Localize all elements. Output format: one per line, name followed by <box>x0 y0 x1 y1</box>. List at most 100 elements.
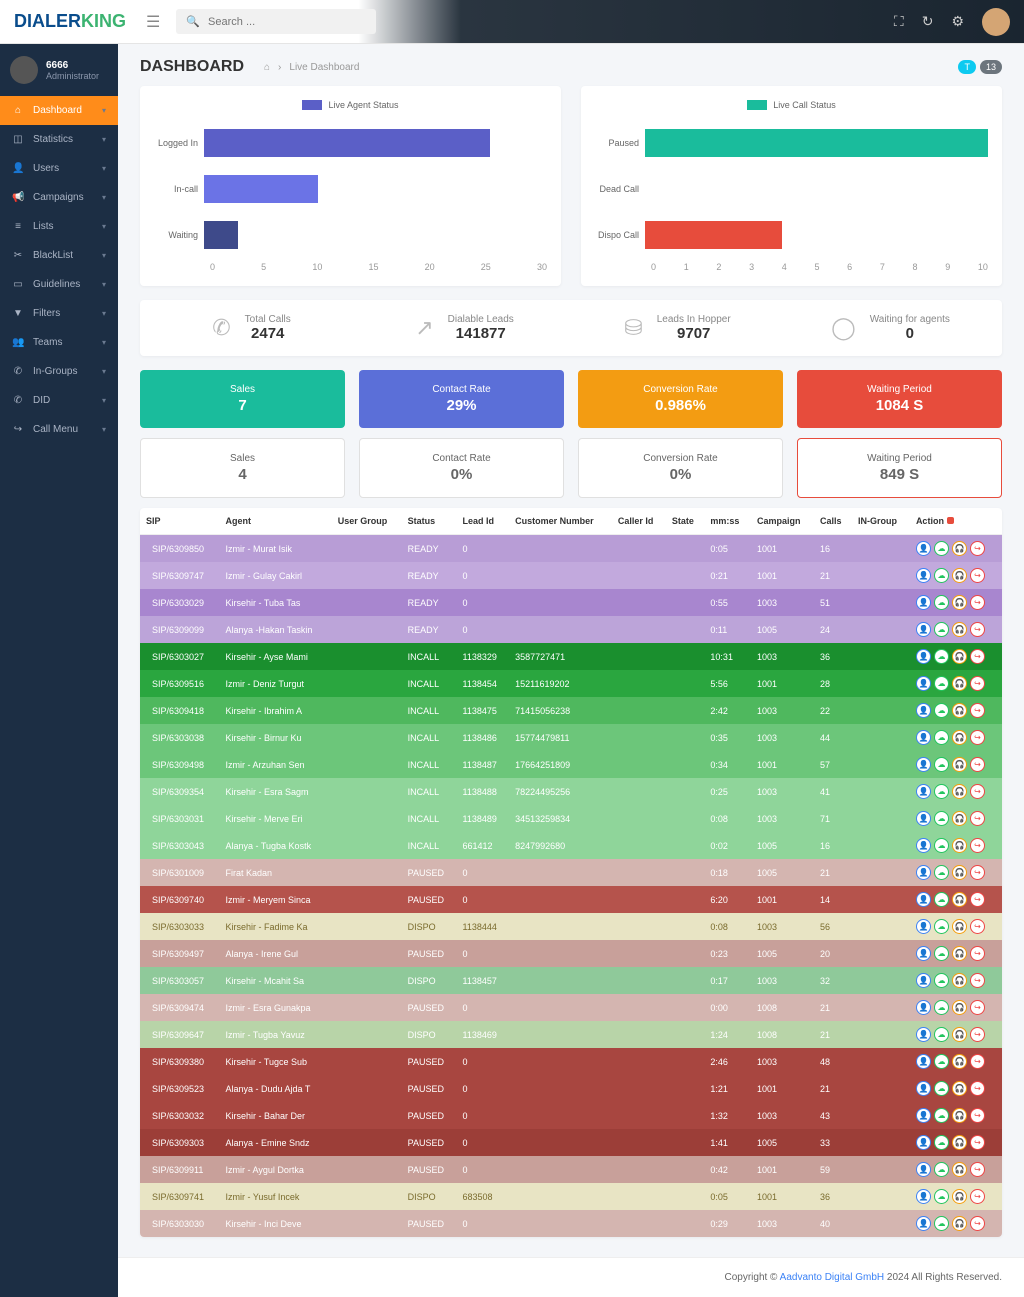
action-logout-icon[interactable]: ↪ <box>970 838 985 853</box>
action-cloud-icon[interactable]: ☁ <box>934 919 949 934</box>
action-headset-icon[interactable]: 🎧 <box>952 1027 967 1042</box>
action-headset-icon[interactable]: 🎧 <box>952 1162 967 1177</box>
action-logout-icon[interactable]: ↪ <box>970 730 985 745</box>
history-icon[interactable]: ↻ <box>922 13 934 30</box>
action-cloud-icon[interactable]: ☁ <box>934 676 949 691</box>
action-user-icon[interactable]: 👤 <box>916 1000 931 1015</box>
action-logout-icon[interactable]: ↪ <box>970 1216 985 1231</box>
col-header[interactable]: Lead Id <box>456 508 509 535</box>
action-logout-icon[interactable]: ↪ <box>970 919 985 934</box>
col-header[interactable]: User Group <box>332 508 402 535</box>
action-cloud-icon[interactable]: ☁ <box>934 865 949 880</box>
action-user-icon[interactable]: 👤 <box>916 811 931 826</box>
table-row[interactable]: SIP/6303032Kirsehir - Bahar DerPAUSED01:… <box>140 1102 1002 1129</box>
action-logout-icon[interactable]: ↪ <box>970 1027 985 1042</box>
action-user-icon[interactable]: 👤 <box>916 676 931 691</box>
action-headset-icon[interactable]: 🎧 <box>952 946 967 961</box>
col-header[interactable]: IN-Group <box>852 508 910 535</box>
col-header[interactable]: Calls <box>814 508 852 535</box>
action-logout-icon[interactable]: ↪ <box>970 1189 985 1204</box>
col-header[interactable]: Action <box>910 508 1002 535</box>
col-header[interactable]: Agent <box>220 508 332 535</box>
col-header[interactable]: Campaign <box>751 508 814 535</box>
action-user-icon[interactable]: 👤 <box>916 784 931 799</box>
table-row[interactable]: SIP/6309099Alanya -Hakan TaskinREADY00:1… <box>140 616 1002 643</box>
table-row[interactable]: SIP/6309647Izmir - Tugba YavuzDISPO11384… <box>140 1021 1002 1048</box>
action-headset-icon[interactable]: 🎧 <box>952 541 967 556</box>
action-headset-icon[interactable]: 🎧 <box>952 1108 967 1123</box>
table-row[interactable]: SIP/6309747Izmir - Gulay CakirlREADY00:2… <box>140 562 1002 589</box>
action-cloud-icon[interactable]: ☁ <box>934 784 949 799</box>
search-input[interactable] <box>208 16 366 28</box>
action-logout-icon[interactable]: ↪ <box>970 1081 985 1096</box>
col-header[interactable]: Caller Id <box>612 508 666 535</box>
action-user-icon[interactable]: 👤 <box>916 919 931 934</box>
action-user-icon[interactable]: 👤 <box>916 973 931 988</box>
action-logout-icon[interactable]: ↪ <box>970 676 985 691</box>
col-header[interactable]: State <box>666 508 705 535</box>
action-headset-icon[interactable]: 🎧 <box>952 649 967 664</box>
sidebar-item-statistics[interactable]: ◫Statistics▾ <box>0 125 118 154</box>
action-cloud-icon[interactable]: ☁ <box>934 1081 949 1096</box>
action-user-icon[interactable]: 👤 <box>916 649 931 664</box>
action-logout-icon[interactable]: ↪ <box>970 649 985 664</box>
action-logout-icon[interactable]: ↪ <box>970 622 985 637</box>
action-cloud-icon[interactable]: ☁ <box>934 1108 949 1123</box>
action-logout-icon[interactable]: ↪ <box>970 811 985 826</box>
action-user-icon[interactable]: 👤 <box>916 541 931 556</box>
sidebar-item-teams[interactable]: 👥Teams▾ <box>0 328 118 357</box>
table-row[interactable]: SIP/6309516Izmir - Deniz TurgutINCALL113… <box>140 670 1002 697</box>
action-headset-icon[interactable]: 🎧 <box>952 676 967 691</box>
table-row[interactable]: SIP/6303030Kirsehir - Inci DevePAUSED00:… <box>140 1210 1002 1237</box>
action-headset-icon[interactable]: 🎧 <box>952 1135 967 1150</box>
footer-link[interactable]: Aadvanto Digital GmbH <box>780 1272 885 1283</box>
action-logout-icon[interactable]: ↪ <box>970 946 985 961</box>
action-user-icon[interactable]: 👤 <box>916 1081 931 1096</box>
sidebar-item-call-menu[interactable]: ↪Call Menu▾ <box>0 415 118 444</box>
action-headset-icon[interactable]: 🎧 <box>952 703 967 718</box>
action-cloud-icon[interactable]: ☁ <box>934 649 949 664</box>
action-headset-icon[interactable]: 🎧 <box>952 1189 967 1204</box>
table-row[interactable]: SIP/6309380Kirsehir - Tugce SubPAUSED02:… <box>140 1048 1002 1075</box>
action-user-icon[interactable]: 👤 <box>916 1027 931 1042</box>
table-row[interactable]: SIP/6303027Kirsehir - Ayse MamiINCALL113… <box>140 643 1002 670</box>
sidebar-item-did[interactable]: ✆DID▾ <box>0 386 118 415</box>
col-header[interactable]: SIP <box>140 508 220 535</box>
action-user-icon[interactable]: 👤 <box>916 757 931 772</box>
action-cloud-icon[interactable]: ☁ <box>934 1054 949 1069</box>
sidebar-item-blacklist[interactable]: ✂BlackList▾ <box>0 241 118 270</box>
action-logout-icon[interactable]: ↪ <box>970 865 985 880</box>
action-user-icon[interactable]: 👤 <box>916 1108 931 1123</box>
action-headset-icon[interactable]: 🎧 <box>952 1216 967 1231</box>
sidebar-item-users[interactable]: 👤Users▾ <box>0 154 118 183</box>
action-logout-icon[interactable]: ↪ <box>970 1054 985 1069</box>
action-user-icon[interactable]: 👤 <box>916 595 931 610</box>
action-logout-icon[interactable]: ↪ <box>970 541 985 556</box>
action-user-icon[interactable]: 👤 <box>916 1054 931 1069</box>
table-row[interactable]: SIP/6309354Kirsehir - Esra SagmINCALL113… <box>140 778 1002 805</box>
table-row[interactable]: SIP/6303029Kirsehir - Tuba TasREADY00:55… <box>140 589 1002 616</box>
action-headset-icon[interactable]: 🎧 <box>952 595 967 610</box>
table-row[interactable]: SIP/6303043Alanya - Tugba KostkINCALL661… <box>140 832 1002 859</box>
action-headset-icon[interactable]: 🎧 <box>952 865 967 880</box>
home-icon[interactable]: ⌂ <box>264 62 270 73</box>
badge-t[interactable]: T <box>958 60 976 74</box>
action-cloud-icon[interactable]: ☁ <box>934 1000 949 1015</box>
action-logout-icon[interactable]: ↪ <box>970 892 985 907</box>
action-cloud-icon[interactable]: ☁ <box>934 838 949 853</box>
action-headset-icon[interactable]: 🎧 <box>952 784 967 799</box>
table-row[interactable]: SIP/6309498Izmir - Arzuhan SenINCALL1138… <box>140 751 1002 778</box>
action-cloud-icon[interactable]: ☁ <box>934 892 949 907</box>
action-headset-icon[interactable]: 🎧 <box>952 757 967 772</box>
sidebar-item-guidelines[interactable]: ▭Guidelines▾ <box>0 270 118 299</box>
action-cloud-icon[interactable]: ☁ <box>934 730 949 745</box>
action-logout-icon[interactable]: ↪ <box>970 703 985 718</box>
action-user-icon[interactable]: 👤 <box>916 1189 931 1204</box>
table-row[interactable]: SIP/6309497Alanya - Irene GulPAUSED00:23… <box>140 940 1002 967</box>
settings-icon[interactable]: ⚙ <box>951 13 964 30</box>
action-headset-icon[interactable]: 🎧 <box>952 622 967 637</box>
action-cloud-icon[interactable]: ☁ <box>934 1216 949 1231</box>
action-user-icon[interactable]: 👤 <box>916 946 931 961</box>
action-logout-icon[interactable]: ↪ <box>970 757 985 772</box>
action-cloud-icon[interactable]: ☁ <box>934 1189 949 1204</box>
